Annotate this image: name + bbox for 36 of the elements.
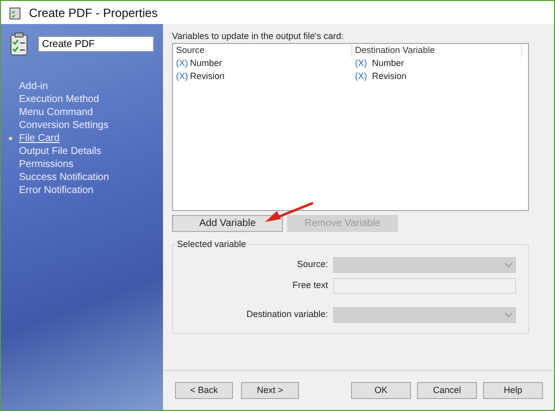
table-cell-text: Number bbox=[190, 56, 222, 70]
variable-icon: (X) bbox=[176, 70, 188, 84]
clipboard-icon bbox=[9, 6, 21, 20]
window-title: Create PDF - Properties bbox=[29, 4, 158, 22]
chevron-down-icon bbox=[505, 263, 512, 267]
checklist-icon bbox=[10, 32, 28, 56]
field-label: Source: bbox=[296, 258, 329, 272]
dialog-button[interactable]: Cancel bbox=[417, 382, 477, 399]
dialog-button[interactable]: Next > bbox=[241, 382, 299, 399]
dialog-button[interactable]: Add Variable bbox=[172, 215, 283, 232]
table-cell-text: Revision bbox=[190, 70, 225, 83]
nav-item[interactable]: Execution Method bbox=[19, 92, 100, 106]
variable-icon: (X) bbox=[355, 56, 367, 70]
chevron-down-icon bbox=[505, 313, 512, 317]
nav-item[interactable]: Permissions bbox=[19, 156, 74, 172]
field-label: Destination variable: bbox=[245, 308, 329, 322]
bullet-icon bbox=[8, 136, 12, 140]
name-field[interactable]: Create PDF bbox=[38, 36, 154, 52]
variable-icon: (X) bbox=[176, 56, 188, 70]
nav-item[interactable]: Menu Command bbox=[19, 104, 93, 120]
dialog-button[interactable]: Help bbox=[483, 382, 543, 399]
dialog-button[interactable]: OK bbox=[351, 382, 411, 399]
nav-item[interactable]: File Card bbox=[19, 130, 60, 146]
nav-item[interactable]: Success Notification bbox=[19, 170, 110, 184]
column-header: Destination Variable bbox=[352, 44, 522, 58]
table-cell-text: Revision bbox=[372, 70, 407, 83]
table-cell-text: Number bbox=[372, 56, 404, 70]
nav-item[interactable]: Add-in bbox=[19, 78, 48, 94]
nav-item[interactable]: Error Notification bbox=[19, 182, 94, 198]
dialog-button[interactable]: < Back bbox=[175, 382, 233, 399]
nav-item[interactable]: Output File Details bbox=[19, 144, 102, 158]
variable-icon: (X) bbox=[355, 70, 367, 84]
list-label: Variables to update in the output file's card: bbox=[172, 30, 345, 43]
nav-item[interactable]: Conversion Settings bbox=[19, 118, 108, 132]
field-label: Free text bbox=[291, 279, 329, 292]
column-header: Source bbox=[173, 44, 352, 58]
